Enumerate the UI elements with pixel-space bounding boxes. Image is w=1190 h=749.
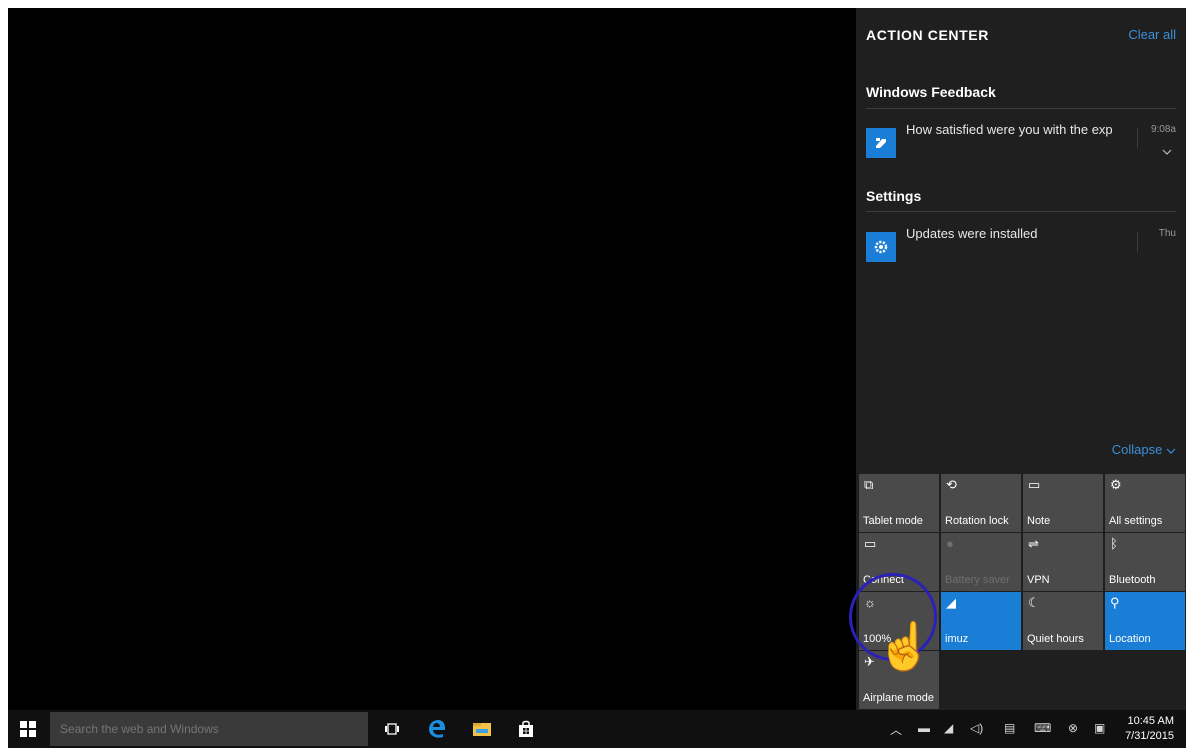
notification-time: 9:08a: [1150, 124, 1176, 135]
quick-action-label: Quiet hours: [1027, 633, 1084, 645]
feedback-icon: [866, 128, 896, 158]
file-explorer-icon[interactable]: [471, 719, 493, 739]
rotation-lock-icon: ⟲: [946, 477, 957, 492]
notification-separator: [1137, 128, 1138, 148]
group-title-windows-feedback: Windows Feedback: [866, 84, 996, 100]
taskbar: ︿ ▬ ◢ ◁) ▤ ⌨ ⊗ ▣ 10:45 AM 7/31/2015: [8, 710, 1186, 748]
volume-icon[interactable]: ◁): [970, 721, 983, 735]
quick-action-label: VPN: [1027, 574, 1050, 586]
quick-action-label: Note: [1027, 515, 1051, 527]
divider: [866, 211, 1176, 212]
quick-action-quiet-hours[interactable]: ☾ Quiet hours: [1023, 592, 1103, 650]
notification-feedback[interactable]: How satisfied were you with the exp 9:08…: [866, 122, 1176, 166]
chevron-up-icon[interactable]: ︿: [890, 721, 902, 738]
location-icon: ⚲: [1110, 595, 1120, 610]
gear-icon: ⚙: [1110, 477, 1122, 492]
quick-action-label: Battery saver: [945, 574, 1010, 586]
notification-text: How satisfied were you with the exp: [906, 122, 1113, 137]
chevron-down-icon: [1166, 442, 1176, 457]
notification-updates[interactable]: Updates were installed Thu: [866, 226, 1176, 270]
search-input[interactable]: [50, 712, 368, 746]
quick-action-tablet-mode[interactable]: ⧉ Tablet mode: [859, 474, 939, 532]
tablet-mode-icon: ⧉: [864, 477, 874, 492]
clock[interactable]: 10:45 AM 7/31/2015: [1125, 714, 1174, 744]
quick-action-bluetooth[interactable]: ᛒ Bluetooth: [1105, 533, 1185, 591]
bluetooth-icon: ᛒ: [1110, 536, 1118, 551]
quick-action-rotation-lock[interactable]: ⟲ Rotation lock: [941, 474, 1021, 532]
quick-action-label: Airplane mode: [863, 692, 934, 704]
quick-action-note[interactable]: ▭ Note: [1023, 474, 1103, 532]
notification-text: Updates were installed: [906, 226, 1038, 241]
quick-action-label: Rotation lock: [945, 515, 1009, 527]
windows-start-icon[interactable]: [20, 721, 36, 737]
quick-action-label: Tablet mode: [863, 515, 923, 527]
task-view-icon[interactable]: [381, 719, 403, 739]
quick-action-label: All settings: [1109, 515, 1163, 527]
quick-action-wifi[interactable]: ◢ imuz: [941, 592, 1021, 650]
note-icon: ▭: [1028, 477, 1041, 492]
battery-icon[interactable]: ▬: [918, 721, 930, 735]
chevron-down-icon[interactable]: [1162, 146, 1172, 158]
pen-icon[interactable]: ▣: [1094, 721, 1105, 735]
notification-time: Thu: [1158, 228, 1176, 239]
collapse-link[interactable]: Collapse: [1112, 442, 1176, 457]
wifi-icon[interactable]: ◢: [944, 721, 953, 735]
clock-date: 7/31/2015: [1125, 730, 1174, 742]
connect-icon: ▭: [864, 536, 877, 551]
group-title-settings: Settings: [866, 188, 922, 204]
keyboard-icon[interactable]: ⌨: [1034, 721, 1051, 735]
clock-time: 10:45 AM: [1127, 715, 1174, 727]
quick-action-vpn[interactable]: ⇌ VPN: [1023, 533, 1103, 591]
collapse-label: Collapse: [1111, 442, 1163, 457]
quick-action-location[interactable]: ⚲ Location: [1105, 592, 1185, 650]
airplane-icon: ✈: [864, 654, 875, 669]
notification-separator: [1137, 232, 1138, 252]
action-center-icon[interactable]: ▤: [1004, 721, 1015, 735]
divider: [866, 108, 1176, 109]
quick-action-all-settings[interactable]: ⚙ All settings: [1105, 474, 1185, 532]
clear-all-link[interactable]: Clear all: [1128, 27, 1176, 42]
wifi-icon: ◢: [946, 595, 956, 610]
desktop: ACTION CENTER Clear all Windows Feedback…: [8, 8, 1186, 748]
action-center-title: ACTION CENTER: [866, 27, 989, 43]
gear-icon: [866, 232, 896, 262]
vpn-icon: ⇌: [1028, 536, 1039, 551]
quick-action-label: Location: [1109, 633, 1151, 645]
store-icon[interactable]: [515, 719, 537, 739]
battery-saver-icon: ●: [946, 536, 954, 551]
edge-browser-icon[interactable]: [426, 719, 448, 739]
moon-icon: ☾: [1028, 595, 1040, 610]
close-circle-icon[interactable]: ⊗: [1068, 721, 1078, 735]
quick-action-battery-saver[interactable]: ● Battery saver: [941, 533, 1021, 591]
quick-action-label: Bluetooth: [1109, 574, 1156, 586]
pointing-hand-icon: ☝: [876, 620, 934, 672]
quick-action-label: imuz: [945, 633, 969, 645]
